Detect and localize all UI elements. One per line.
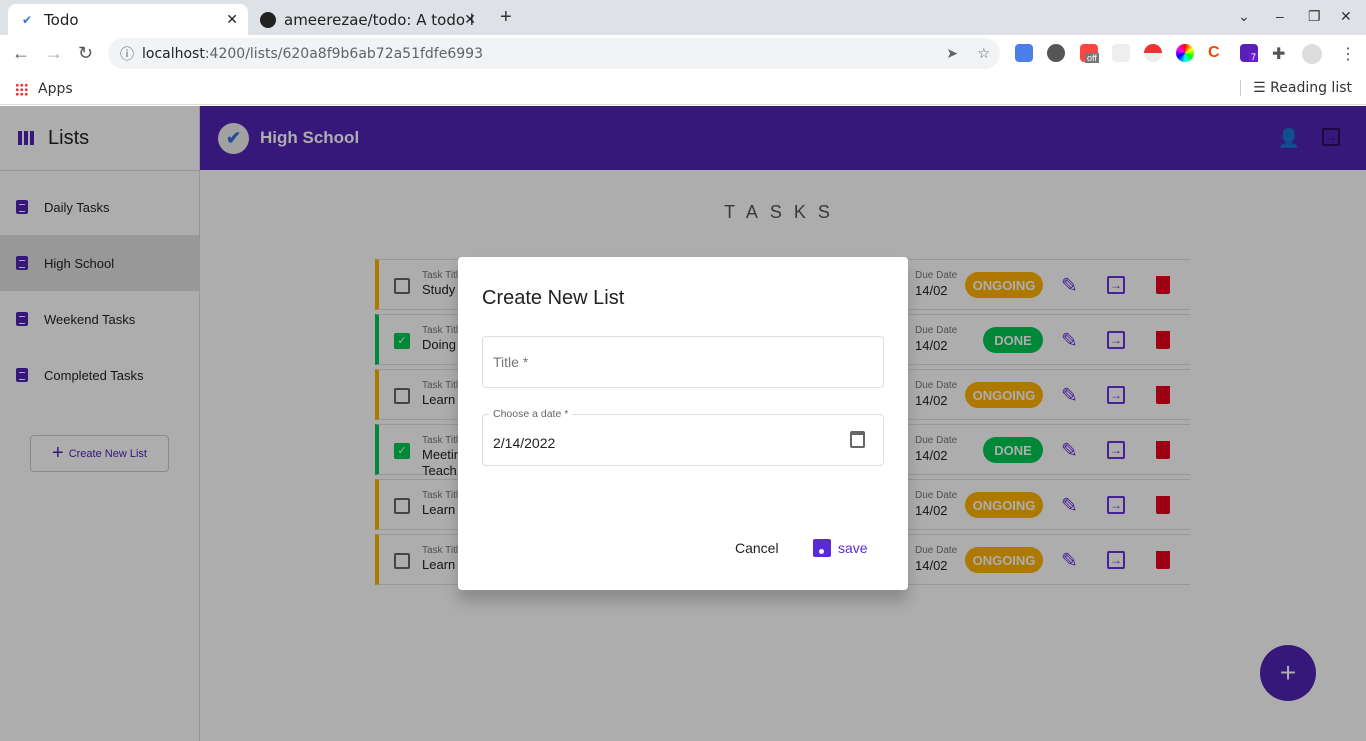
dialog-title: Create New List bbox=[482, 287, 625, 309]
c-extension-icon[interactable]: C bbox=[1208, 44, 1226, 62]
save-icon bbox=[813, 539, 831, 557]
github-icon bbox=[260, 11, 276, 28]
bookmarks-bar: Apps ☰ Reading list bbox=[0, 72, 1366, 105]
color-extension-icon[interactable] bbox=[1176, 44, 1194, 62]
reload-icon[interactable]: ↻ bbox=[78, 43, 93, 64]
tab-todo[interactable]: ✔ Todo ✕ bbox=[8, 4, 248, 35]
close-window-button[interactable]: ✕ bbox=[1340, 8, 1352, 25]
cancel-button[interactable]: Cancel bbox=[735, 540, 779, 556]
bookmark-star-icon[interactable]: ☆ bbox=[977, 46, 990, 62]
tab-search-icon[interactable]: ⌄ bbox=[1238, 8, 1250, 25]
apps-grid-icon bbox=[15, 82, 28, 96]
extension-icon[interactable] bbox=[1047, 44, 1065, 62]
create-list-dialog: Create New List Title * Choose a date * 2… bbox=[458, 257, 908, 590]
menu-kebab-icon[interactable]: ⋮ bbox=[1340, 44, 1358, 63]
apps-bookmark[interactable]: Apps bbox=[15, 81, 73, 97]
close-tab-icon[interactable]: ✕ bbox=[464, 12, 476, 28]
tab-github[interactable]: ameerezae/todo: A todo l ✕ bbox=[256, 4, 486, 35]
send-icon[interactable]: ➤ bbox=[946, 46, 958, 62]
stack-extension-icon[interactable]: 7 bbox=[1240, 44, 1259, 62]
back-icon[interactable]: ← bbox=[12, 43, 30, 64]
tab-bar: ✔ Todo ✕ ameerezae/todo: A todo l ✕ + ⌄ – ❐… bbox=[0, 0, 1366, 35]
info-icon: ⓘ bbox=[120, 46, 134, 63]
translate-extension-icon[interactable] bbox=[1015, 44, 1033, 62]
forward-icon[interactable]: → bbox=[45, 43, 63, 64]
react-extension-icon[interactable] bbox=[1112, 44, 1130, 62]
maximize-button[interactable]: ❐ bbox=[1308, 8, 1321, 25]
date-input[interactable]: Choose a date * 2/14/2022 bbox=[482, 408, 884, 466]
reading-list-icon: ☰ bbox=[1253, 80, 1271, 96]
save-button[interactable]: save bbox=[813, 539, 868, 557]
avatar[interactable] bbox=[1302, 44, 1322, 64]
calendar-icon[interactable] bbox=[850, 431, 865, 448]
puzzle-icon[interactable]: ✚ bbox=[1272, 44, 1290, 63]
browser-toolbar: ← → ↻ ⓘ localhost:4200/lists/620a8f9b6ab7… bbox=[0, 35, 1366, 72]
reading-list-button[interactable]: ☰ Reading list bbox=[1240, 80, 1352, 96]
minimize-button[interactable]: – bbox=[1276, 8, 1284, 24]
pokeball-extension-icon[interactable] bbox=[1144, 44, 1162, 62]
coupon-extension-icon[interactable]: off bbox=[1080, 44, 1099, 63]
title-input[interactable]: Title * bbox=[482, 336, 884, 388]
new-tab-button[interactable]: + bbox=[500, 6, 512, 29]
address-bar[interactable]: ⓘ localhost:4200/lists/620a8f9b6ab72a51fd… bbox=[108, 38, 1000, 69]
close-tab-icon[interactable]: ✕ bbox=[226, 12, 238, 28]
check-icon: ✔ bbox=[22, 12, 33, 27]
